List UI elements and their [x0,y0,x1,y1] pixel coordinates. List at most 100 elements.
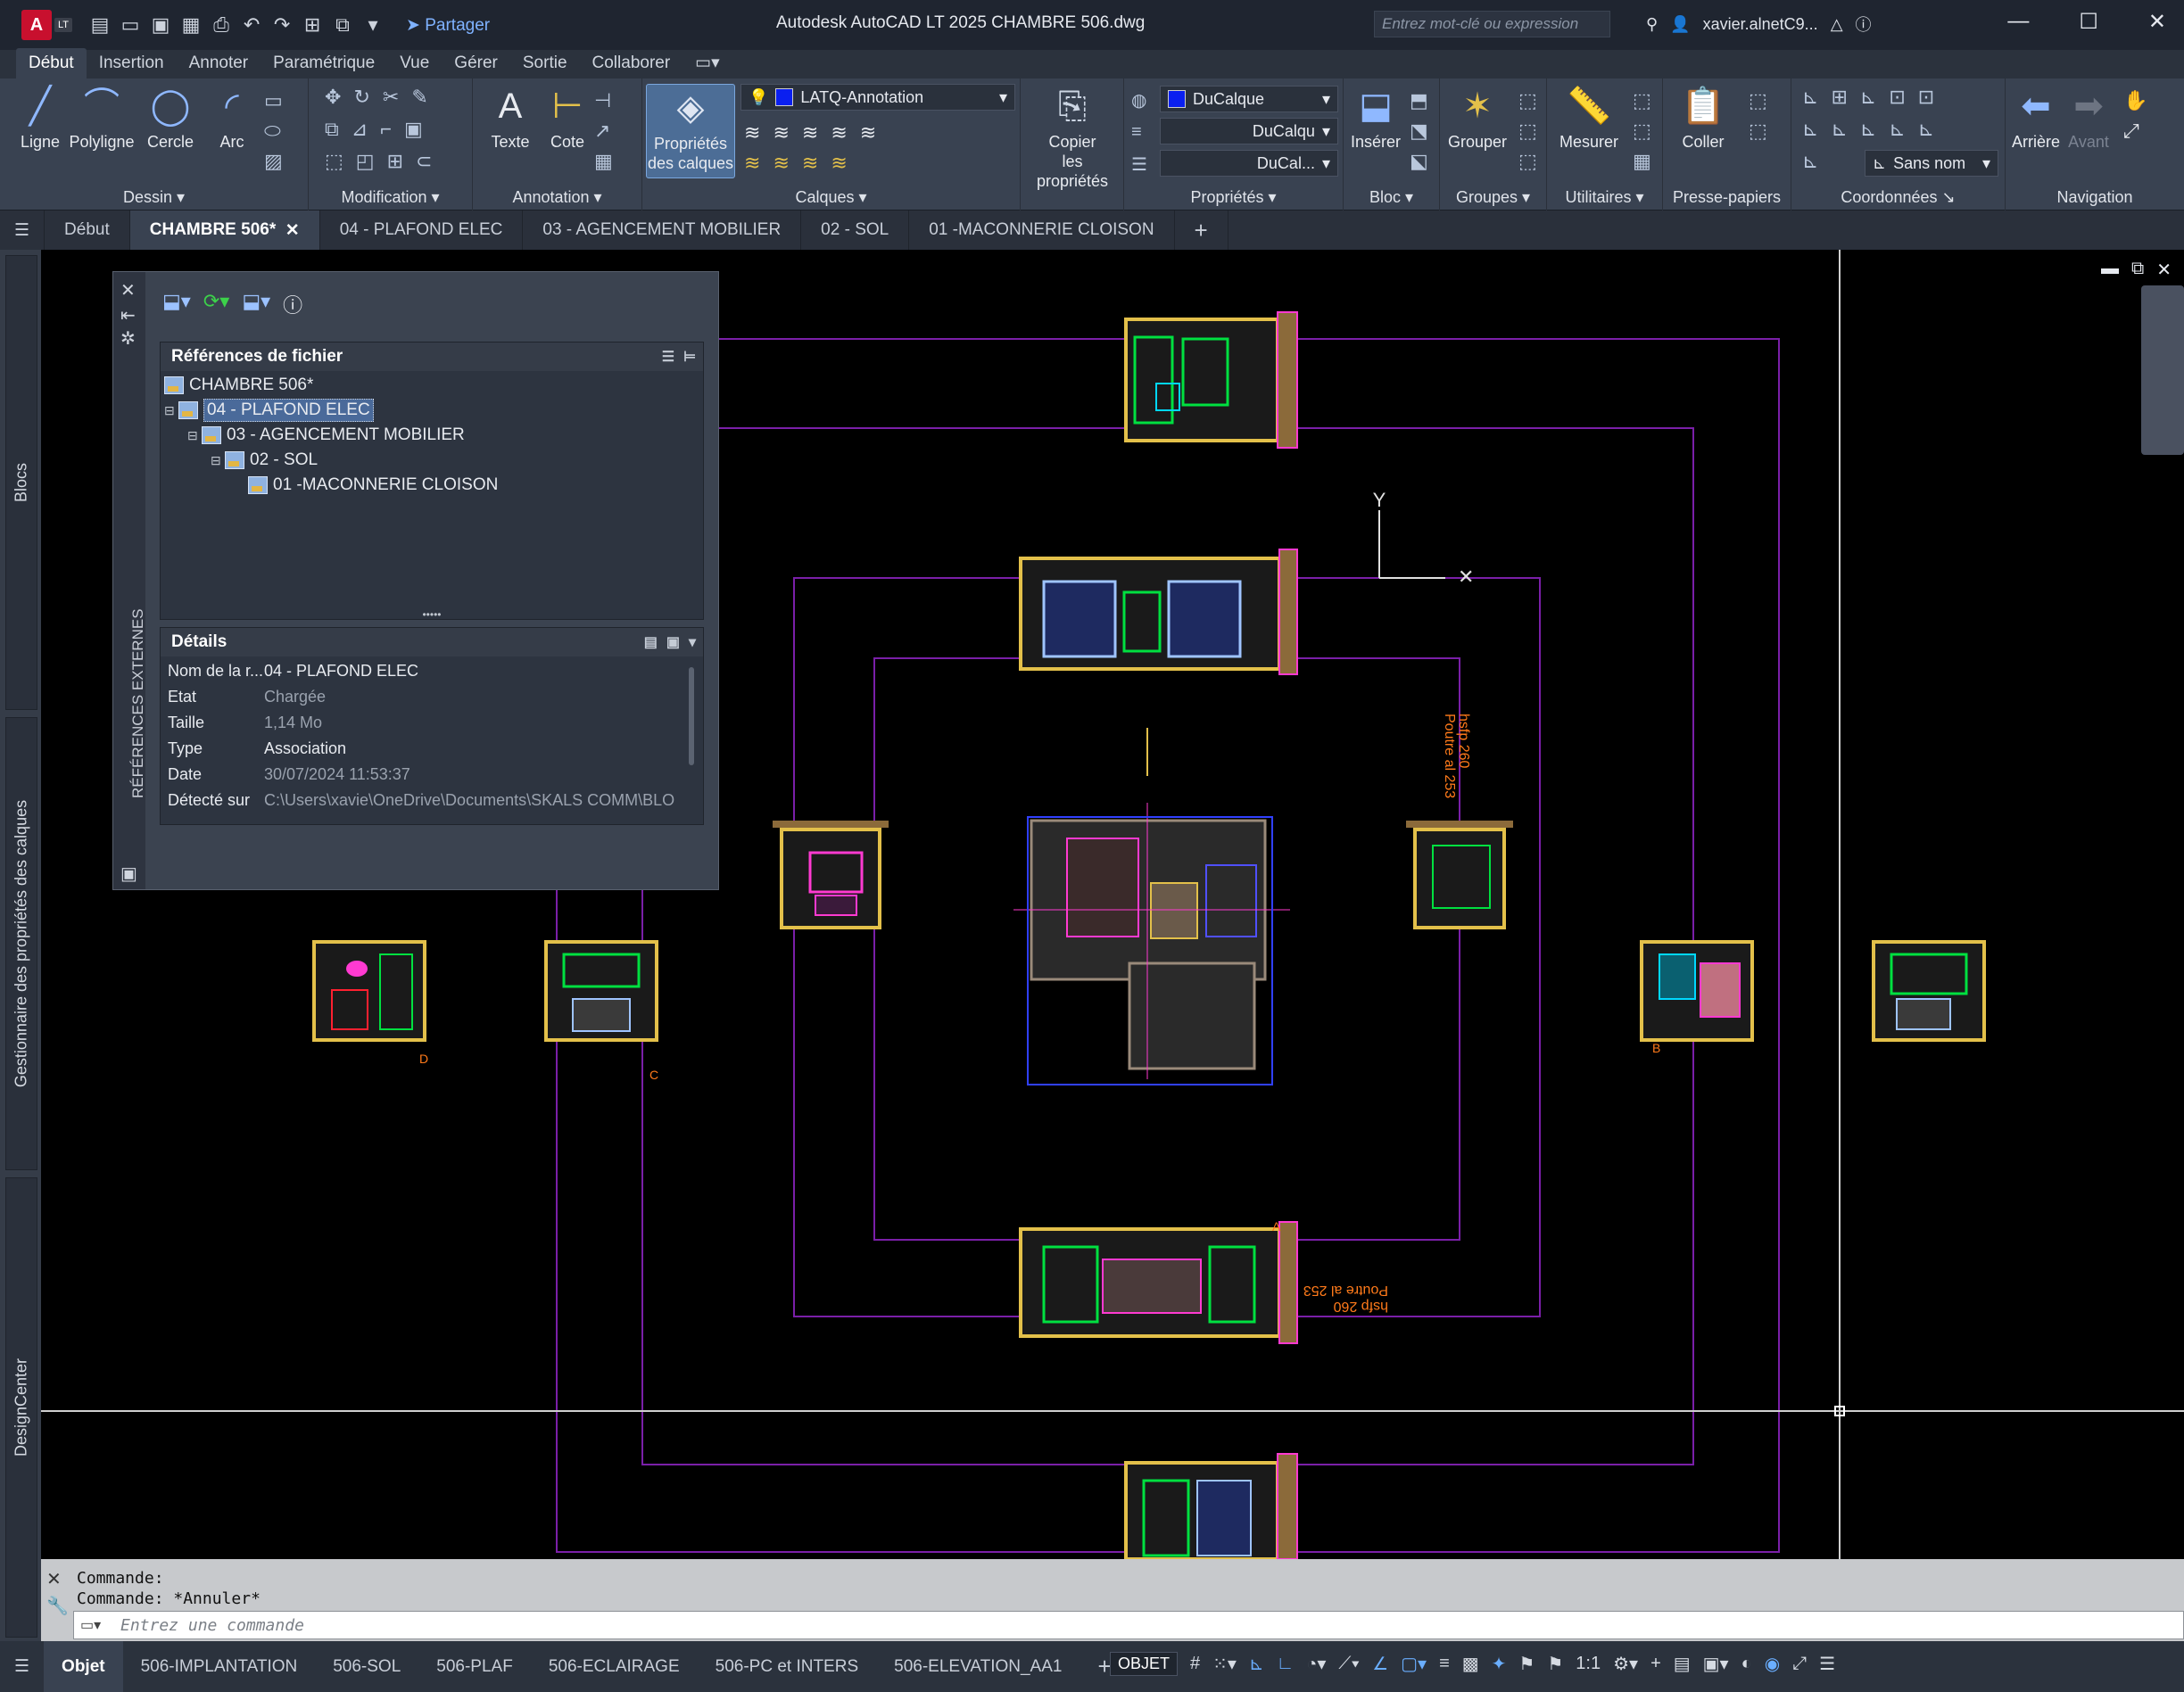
match-properties-button[interactable]: ⎘ Copier les propriétés [1026,84,1119,191]
layer-tool-2-icon[interactable]: ≋ [773,121,789,144]
layout-tab-pc-inters[interactable]: 506-PC et INTERS [698,1641,877,1692]
new-file-icon[interactable]: ▤ [90,13,110,37]
command-prompt-icon[interactable]: ▭▾ [80,1616,101,1634]
refresh-icon[interactable]: ⟳▾ [203,290,229,318]
dimension-button[interactable]: ⊢ Cote [542,84,592,152]
viewport-minimize-icon[interactable]: ▬ [2101,259,2119,281]
hardware-accel-icon[interactable]: ◉ [1765,1653,1780,1675]
polar-icon[interactable]: ◔▾ [1306,1653,1326,1675]
preview-icon[interactable]: ▣ [666,633,680,651]
tab-annoter[interactable]: Annoter [177,48,261,78]
forward-button[interactable]: ➡ Avant [2064,84,2113,152]
app-menu-button[interactable]: A [21,10,52,40]
share-button[interactable]: ➤ Partager [406,15,490,36]
ucs-named-icon[interactable]: ⊾ [1918,118,1934,141]
group-edit-icon[interactable]: ⬚ [1518,120,1537,143]
splitter-handle[interactable]: ••••• [161,609,703,620]
change-path-icon[interactable]: ⬓▾ [242,290,270,318]
detail-value[interactable]: 04 - PLAFOND ELEC [264,662,674,681]
maximize-icon[interactable]: ☐ [2079,9,2098,35]
panel-title-calques[interactable]: Calques ▾ [642,188,1020,207]
collapse-icon[interactable]: ⊟ [187,428,202,443]
command-input[interactable]: Entrez une commande [73,1611,2184,1639]
ungroup-icon[interactable]: ⬚ [1518,89,1537,112]
print-icon[interactable]: ⎙ [211,13,231,37]
polyline-button[interactable]: ⌒ Polyligne [66,84,137,152]
rectangle-icon[interactable]: ▭ [264,89,283,112]
hatch-icon[interactable]: ▨ [264,150,283,173]
ucs-origin-icon[interactable]: ⊾ [1860,86,1876,109]
search-input[interactable]: Entrez mot-clé ou expression [1374,11,1610,37]
palette-clipboard-icon[interactable]: ▣ [120,863,137,885]
open-icon[interactable]: ▭ [120,13,140,37]
object-track-icon[interactable]: ∠ [1372,1653,1388,1675]
save-as-icon[interactable]: ▦ [181,13,201,37]
attach-dwg-icon[interactable]: ⬓▾ [162,290,191,318]
tree-view-icon[interactable]: ⊨ [683,348,696,366]
copy-icon[interactable]: ⧉ [325,118,339,141]
panel-title-presse-papiers[interactable]: Presse-papiers [1663,188,1791,207]
layer-tool-7-icon[interactable]: ≋ [773,152,789,175]
model-space-button[interactable]: OBJET [1110,1652,1179,1676]
layout-tab-objet[interactable]: Objet [44,1641,123,1692]
line-button[interactable]: ╱ Ligne [12,84,68,152]
arc-button[interactable]: ◜ Arc [205,84,259,152]
layer-tool-9-icon[interactable]: ≋ [831,152,847,175]
leader-icon[interactable]: ↗ [594,120,613,143]
group-select-icon[interactable]: ⬚ [1518,150,1537,173]
paste-button[interactable]: 📋 Coller [1675,84,1731,152]
select-all-icon[interactable]: ⬚ [1633,120,1651,143]
tab-debut[interactable]: Début [16,48,87,78]
collapse-icon[interactable]: ⊟ [211,453,225,468]
user-icon[interactable]: 👤 [1670,15,1690,34]
layout-tab-eclairage[interactable]: 506-ECLAIRAGE [531,1641,698,1692]
block-attr-icon[interactable]: ⬕ [1410,150,1428,173]
save-icon[interactable]: ▣ [151,13,170,37]
panel-title-annotation[interactable]: Annotation ▾ [473,188,641,207]
isolate-icon[interactable]: ◐ [1741,1654,1752,1674]
ribbon-options-icon[interactable]: ▭▾ [682,47,732,78]
detail-value[interactable]: Association [264,739,674,758]
tree-item-plafond[interactable]: ⊟ 04 - PLAFOND ELEC [164,398,699,423]
doctab-debut[interactable]: Début [45,210,130,250]
undo-icon[interactable]: ↶ [242,13,261,37]
ucs-view-icon[interactable]: ⊡ [1889,86,1905,109]
tab-parametrique[interactable]: Paramétrique [261,48,387,78]
tab-collaborer[interactable]: Collaborer [580,48,683,78]
tree-item-root[interactable]: CHAMBRE 506* [164,373,699,398]
create-block-icon[interactable]: ⬒ [1410,89,1428,112]
panel-title-bloc[interactable]: Bloc ▾ [1344,188,1439,207]
doctab-plafond-elec[interactable]: 04 - PLAFOND ELEC [320,210,524,250]
close-icon[interactable]: ✕ [2148,9,2166,35]
copy-clip-icon[interactable]: ⬚ [1749,120,1767,143]
layer-tool-4-icon[interactable]: ≋ [831,121,847,144]
annotation-scale[interactable]: 1:1 [1576,1654,1601,1674]
text-button[interactable]: A Texte [485,84,535,152]
rotate-icon[interactable]: ↻ [353,86,369,109]
group-button[interactable]: ✶ Grouper [1444,84,1511,152]
array-icon[interactable]: ⊞ [387,150,403,173]
offset-icon[interactable]: ⊂ [416,150,432,173]
grid-icon[interactable]: # [1190,1654,1200,1674]
layer-tool-3-icon[interactable]: ≋ [802,121,818,144]
plot-icon[interactable]: ⊞ [302,13,322,37]
selection-cycling-icon[interactable]: ✦ [1492,1653,1507,1675]
layer-tool-1-icon[interactable]: ≋ [744,121,760,144]
panel-title-utilitaires[interactable]: Utilitaires ▾ [1547,188,1662,207]
cut-icon[interactable]: ⬚ [1749,89,1767,112]
annotation-visibility-icon[interactable]: ⚑ [1518,1653,1535,1675]
help-icon[interactable]: ⓘ [1856,12,1872,36]
collapse-icon[interactable]: ⊟ [164,403,178,418]
panel-title-groupes[interactable]: Groupes ▾ [1440,188,1546,207]
panel-title-modification[interactable]: Modification ▾ [309,188,472,207]
chevron-down-icon[interactable]: ▾ [689,633,696,651]
navigation-bar[interactable] [2141,285,2184,455]
palette-tab-designcenter[interactable]: DesignCenter [5,1177,37,1638]
ucs-z-icon[interactable]: ⊾ [1889,118,1905,141]
pan-icon[interactable]: ✋ [2123,89,2147,112]
doctab-chambre-506[interactable]: CHAMBRE 506* ✕ [129,210,320,250]
ucs-object-icon[interactable]: ⊡ [1918,86,1934,109]
tab-sortie[interactable]: Sortie [510,48,580,78]
ucs-icon[interactable]: ⊾ [1802,86,1818,109]
user-name[interactable]: xavier.alnetC9... [1703,15,1818,34]
